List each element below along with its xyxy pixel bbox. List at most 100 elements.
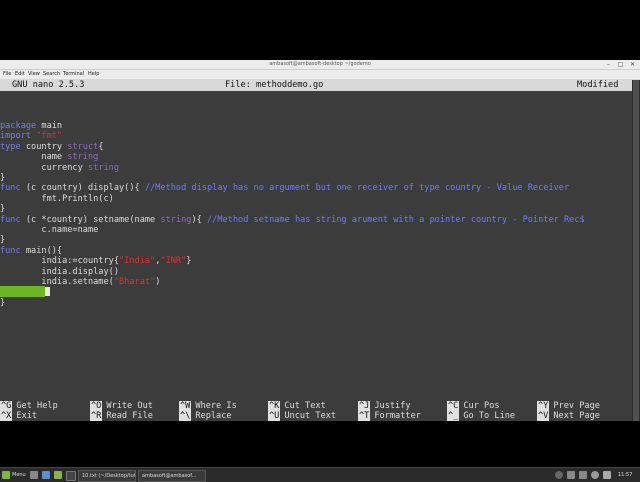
code-line[interactable]: func (c *country) setname(name string){ … — [0, 215, 585, 226]
terminal-window: ambasoft@ambasoft-desktop ~/godemo – □ ✕… — [0, 60, 640, 482]
window-titlebar[interactable]: ambasoft@ambasoft-desktop ~/godemo – □ ✕ — [0, 60, 640, 70]
menu-edit[interactable]: Edit — [15, 70, 25, 79]
code-token: c.name=name — [0, 225, 99, 235]
code-line[interactable]: } — [0, 173, 5, 184]
code-token: package — [0, 121, 37, 131]
shortcut-uncut-text[interactable]: ^U Uncut Text — [268, 411, 336, 421]
shortcut-replace[interactable]: ^\ Replace — [179, 411, 232, 421]
volume-icon[interactable] — [603, 471, 611, 479]
terminal-area[interactable]: GNU nano 2.5.3 File: methoddemo.go Modif… — [0, 80, 632, 421]
code-line[interactable]: } — [0, 204, 5, 215]
menu-help[interactable]: Help — [88, 70, 99, 79]
shortcut-label: Read File — [106, 411, 153, 421]
shortcut-prev-page[interactable]: ^Y Prev Page — [537, 401, 600, 411]
shortcut-label: Formatter — [374, 411, 421, 421]
code-line[interactable]: func main(){ — [0, 246, 62, 257]
shortcut-formatter[interactable]: ^T Formatter — [358, 411, 421, 421]
menu-bar: File Edit View Search Terminal Help — [0, 70, 640, 80]
code-token: } — [0, 297, 6, 308]
code-token: string — [160, 214, 192, 225]
shortcut-key: ^X — [0, 411, 13, 421]
shortcut-key: ^G — [0, 401, 13, 411]
code-token: string — [67, 152, 99, 163]
shortcut-next-page[interactable]: ^V Next Page — [537, 411, 600, 421]
code-token: "Bharat" — [113, 277, 156, 287]
code-line[interactable]: c.name=name — [0, 225, 98, 236]
shortcut-exit[interactable]: ^X Exit — [0, 411, 37, 421]
shortcut-get-help[interactable]: ^G Get Help — [0, 401, 58, 411]
code-token: india.display() — [0, 266, 119, 277]
show-desktop-icon[interactable] — [30, 471, 38, 479]
shortcut-read-file[interactable]: ^R Read File — [90, 411, 153, 421]
code-token: country — [20, 141, 68, 152]
cursor-line-highlight — [0, 286, 45, 297]
code-line[interactable]: name string — [0, 152, 98, 163]
code-token: func — [0, 245, 21, 256]
nano-header: GNU nano 2.5.3 File: methoddemo.go Modif… — [0, 80, 632, 91]
menu-logo-icon[interactable] — [2, 471, 10, 479]
shortcut-cur-pos[interactable]: ^C Cur Pos — [447, 401, 500, 411]
code-token: } — [0, 235, 6, 246]
taskbar-task-terminal[interactable]: ambasoft@ambasof... — [138, 470, 206, 482]
menu-terminal[interactable]: Terminal — [63, 70, 84, 79]
bluetooth-icon[interactable] — [579, 471, 587, 479]
code-line[interactable]: india.display() — [0, 267, 119, 278]
shortcut-key: ^C — [447, 401, 460, 411]
code-token: ) — [155, 277, 161, 287]
code-line[interactable]: type country struct{ — [0, 142, 104, 153]
code-line[interactable]: fmt.Println(c) — [0, 194, 113, 205]
shortcut-key: ^K — [268, 401, 281, 411]
scrollbar-thumb[interactable] — [633, 80, 639, 421]
shortcut-label: Prev Page — [553, 401, 600, 411]
shield-icon[interactable] — [591, 471, 599, 479]
code-token: currency — [0, 162, 88, 173]
code-line[interactable]: import "fmt" — [0, 131, 62, 142]
code-line[interactable]: currency string — [0, 163, 119, 174]
code-token: func — [0, 214, 21, 225]
code-token: (c *country) setname(name — [20, 214, 161, 225]
menu-view[interactable]: View — [28, 70, 40, 79]
code-token: name — [0, 152, 68, 163]
shortcut-label: Exit — [16, 411, 38, 421]
network-icon[interactable] — [567, 471, 575, 479]
taskbar-task-editor[interactable]: 10.txt (~/Desktop/tut... — [78, 470, 136, 482]
code-line[interactable]: } — [0, 235, 5, 246]
files-icon[interactable] — [54, 471, 62, 479]
close-icon[interactable]: ✕ — [629, 61, 636, 68]
code-token: struct — [67, 141, 99, 152]
code-token: type — [0, 141, 21, 152]
shortcut-where-is[interactable]: ^W Where Is — [179, 401, 237, 411]
shortcut-label: Uncut Text — [284, 411, 337, 421]
code-token: { — [98, 141, 104, 152]
menu-file[interactable]: File — [3, 70, 11, 79]
shortcut-label: Cut Text — [284, 401, 326, 411]
shortcut-label: Next Page — [553, 411, 600, 421]
nano-version: GNU nano 2.5.3 — [12, 80, 85, 90]
terminal-scrollbar[interactable] — [632, 80, 640, 421]
code-token: } — [0, 204, 6, 215]
code-token: //Method display has no argument but one… — [144, 183, 570, 194]
menu-search[interactable]: Search — [43, 70, 60, 79]
update-icon[interactable] — [555, 471, 563, 479]
shortcut-key: ^U — [268, 411, 281, 421]
minimize-icon[interactable]: – — [605, 61, 612, 68]
shortcut-key: ^\ — [179, 411, 192, 421]
shortcut-go-to-line[interactable]: ^_ Go To Line — [447, 411, 515, 421]
code-token: } — [186, 256, 192, 267]
code-line[interactable]: package main — [0, 121, 62, 132]
shortcut-key: ^J — [358, 401, 371, 411]
code-line[interactable]: func (c country) display(){ //Method dis… — [0, 183, 569, 194]
shortcut-label: Where Is — [195, 401, 237, 411]
shortcut-write-out[interactable]: ^O Write Out — [90, 401, 153, 411]
code-line[interactable]: } — [0, 298, 5, 309]
code-token: //Method setname has string arument with… — [206, 214, 585, 225]
shortcut-justify[interactable]: ^J Justify — [358, 401, 411, 411]
browser-icon[interactable] — [42, 471, 50, 479]
code-token: main(){ — [20, 245, 63, 256]
code-token: ){ — [191, 214, 207, 225]
maximize-icon[interactable]: □ — [617, 61, 624, 68]
nano-filename: File: methoddemo.go — [225, 80, 324, 90]
code-token: func — [0, 183, 21, 194]
code-line[interactable]: india:=country{"India","INR"} — [0, 256, 191, 267]
shortcut-cut-text[interactable]: ^K Cut Text — [268, 401, 326, 411]
